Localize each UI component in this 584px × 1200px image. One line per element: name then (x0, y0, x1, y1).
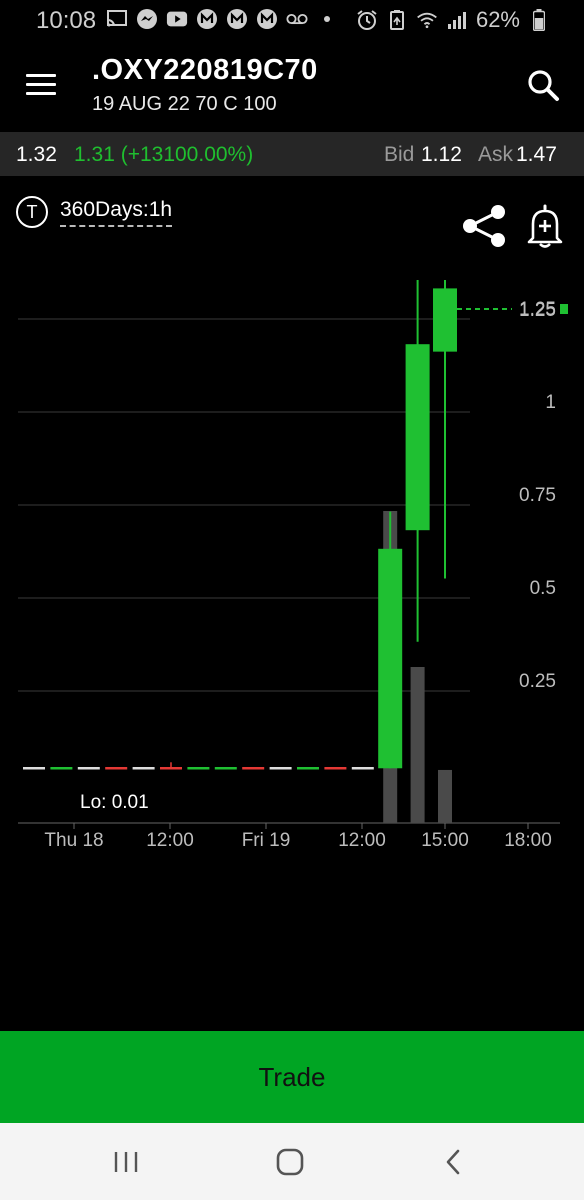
candle-body (405, 344, 430, 531)
add-alert-button[interactable] (524, 202, 566, 250)
gmail-icon (196, 8, 218, 30)
candle-body (433, 288, 457, 352)
home-button[interactable] (270, 1143, 310, 1183)
search-button[interactable] (524, 66, 564, 106)
current-price-marker (560, 304, 568, 314)
ask-label: Ask (478, 143, 514, 166)
timeframe-badge[interactable]: T (16, 196, 48, 228)
voicemail-icon (286, 8, 308, 30)
share-button[interactable] (458, 202, 510, 250)
symbol-subtitle: 19 AUG 22 70 C 100 (92, 93, 277, 115)
y-tick-label: 0.5 (530, 578, 556, 599)
hamburger-icon (26, 83, 56, 86)
current-price-label: 1.25 (519, 300, 556, 321)
battery-percent: 62% (475, 7, 520, 32)
gmail-icon (256, 8, 278, 30)
back-button[interactable] (434, 1143, 474, 1183)
ask-value: 1.47 (516, 143, 557, 166)
candle-body (378, 548, 403, 769)
navigation-bar (0, 1123, 584, 1200)
notification-icons (106, 8, 338, 30)
app-header: .OXY220819C70 19 AUG 22 70 C 100 (0, 40, 584, 132)
hamburger-icon (26, 92, 56, 95)
hamburger-icon (26, 74, 56, 77)
system-icons: 62% (356, 7, 550, 33)
price-chart[interactable]: 2.52.2521.751.51.2510.750.50.25Thu 1812:… (0, 280, 584, 860)
menu-button[interactable] (26, 68, 66, 104)
y-tick-label: 0.25 (519, 671, 556, 692)
last-price: 1.32 (16, 143, 57, 166)
youtube-icon (166, 8, 188, 30)
symbol-title: .OXY220819C70 (92, 54, 318, 86)
home-icon (276, 1148, 304, 1176)
timeframe-selector[interactable]: 360Days:1h (60, 198, 173, 227)
signal-icon (446, 9, 468, 31)
y-tick-label: 1 (545, 392, 556, 413)
cast-icon (106, 8, 128, 30)
bid-label: Bid (384, 143, 415, 166)
search-icon (528, 70, 559, 101)
bid-value: 1.12 (421, 143, 462, 166)
price-change: 1.31 (+13100.00%) (74, 143, 254, 166)
x-tick-label: 18:00 (504, 830, 552, 851)
battery-icon (528, 9, 550, 31)
x-tick-label: Thu 18 (44, 830, 103, 851)
recents-icon (114, 1152, 138, 1172)
low-price-label: Lo: 0.01 (80, 792, 149, 813)
volume-bar (438, 769, 452, 823)
recycle-icon (386, 9, 408, 31)
recents-button[interactable] (106, 1143, 146, 1183)
status-time: 10:08 (36, 7, 97, 34)
status-bar: 10:08 62% (0, 0, 584, 40)
messenger-icon (136, 8, 158, 30)
quote-bar: 1.32 1.31 (+13100.00%) Bid 1.12 Ask 1.47 (0, 132, 584, 176)
x-tick-label: Fri 19 (242, 830, 291, 851)
x-tick-label: 12:00 (146, 830, 194, 851)
trade-button[interactable]: Trade (0, 1031, 584, 1123)
bell-plus-icon (527, 204, 563, 248)
y-tick-label: 0.75 (519, 485, 556, 506)
gmail-icon (226, 8, 248, 30)
alarm-icon (356, 9, 378, 31)
volume-bar (410, 667, 425, 823)
share-icon (463, 205, 505, 247)
dot-icon (316, 8, 338, 30)
x-tick-label: 15:00 (421, 830, 469, 851)
x-tick-label: 12:00 (338, 830, 386, 851)
back-icon (446, 1149, 460, 1175)
wifi-icon (416, 9, 438, 31)
